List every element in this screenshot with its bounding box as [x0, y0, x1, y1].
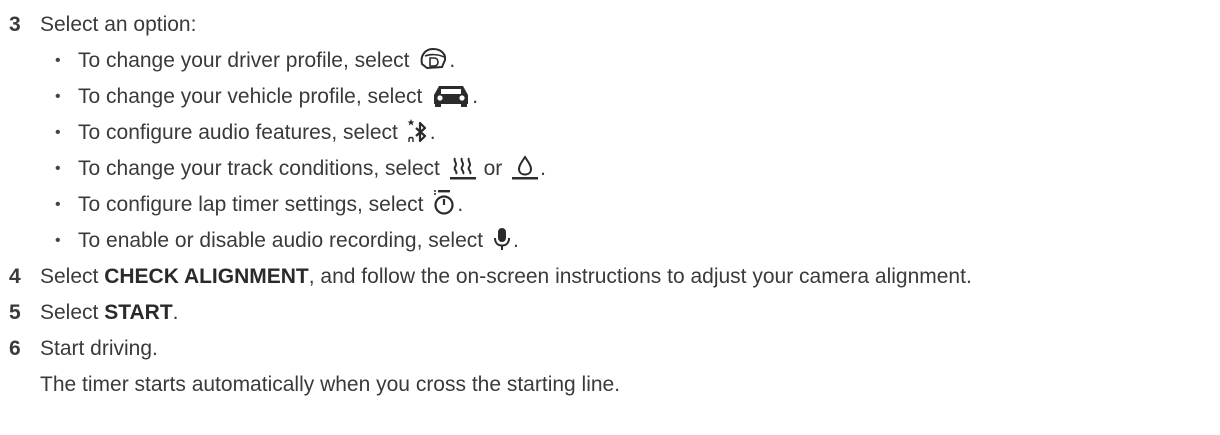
dry-heat-icon [449, 154, 477, 180]
option-text: To enable or disable audio recording, se… [78, 229, 484, 252]
bullet-dot: • [55, 88, 61, 105]
microphone-icon [492, 226, 512, 252]
car-icon [431, 82, 471, 108]
option-punct: . [457, 193, 464, 216]
option-text: To configure lap timer settings, select [78, 193, 424, 216]
option-audio-features: • To configure audio features, select . [0, 115, 1220, 151]
option-text: To change your track conditions, select [78, 157, 440, 180]
option-text: To change your vehicle profile, select [78, 85, 423, 108]
option-conjunction: or [483, 157, 503, 180]
step-number: 5 [9, 301, 21, 324]
option-punct: . [472, 85, 479, 108]
option-punct: . [429, 121, 436, 144]
step-number: 3 [9, 13, 21, 36]
bluetooth-audio-icon [407, 118, 429, 144]
wet-drop-icon [511, 154, 539, 180]
option-text: To change your driver profile, select [78, 49, 410, 72]
start-label: START [104, 301, 173, 324]
option-vehicle-profile: • To change your vehicle profile, select… [0, 79, 1220, 115]
bullet-dot: • [55, 196, 61, 213]
bullet-dot: • [55, 160, 61, 177]
lap-timer-icon [432, 188, 456, 216]
bullet-dot: • [55, 232, 61, 249]
step-text: Select an option: [40, 13, 197, 36]
option-driver-profile: • To change your driver profile, select … [0, 43, 1220, 79]
step-text: Start driving. [40, 337, 158, 360]
step-4: 4 Select CHECK ALIGNMENT, and follow the… [0, 259, 1220, 295]
option-lap-timer: • To configure lap timer settings, selec… [0, 187, 1220, 223]
step-number: 4 [9, 265, 21, 288]
step-6: 6 Start driving. [0, 331, 1220, 367]
step-6-note: The timer starts automatically when you … [40, 373, 621, 396]
option-track-conditions: • To change your track conditions, selec… [0, 151, 1220, 187]
option-punct: . [512, 229, 519, 252]
check-alignment-label: CHECK ALIGNMENT [104, 265, 309, 288]
driver-helmet-icon [418, 46, 448, 72]
step-number: 6 [9, 337, 21, 360]
instruction-document: 3 Select an option: • To change your dri… [0, 0, 1220, 403]
step-text: Select [40, 301, 99, 324]
option-punct: . [449, 49, 456, 72]
step-text-continued: . [172, 301, 179, 324]
step-5: 5 Select START. [0, 295, 1220, 331]
option-punct: . [540, 157, 546, 180]
step-3: 3 Select an option: [0, 7, 1220, 43]
option-text: To configure audio features, select [78, 121, 398, 144]
bullet-dot: • [55, 124, 61, 141]
step-text: Select [40, 265, 99, 288]
step-text-continued: , and follow the on-screen instructions … [308, 265, 972, 288]
option-audio-recording: • To enable or disable audio recording, … [0, 223, 1220, 259]
bullet-dot: • [55, 52, 61, 69]
